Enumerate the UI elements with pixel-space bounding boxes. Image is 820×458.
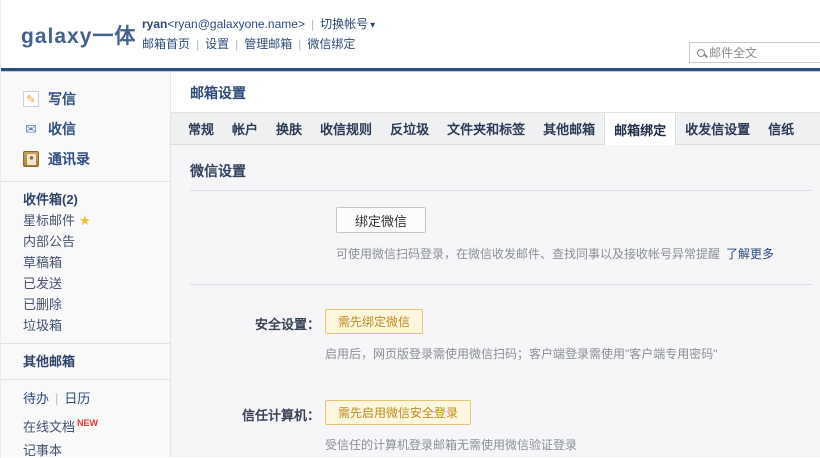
divider [1, 379, 170, 380]
sidebar-item-drafts[interactable]: 草稿箱 [1, 252, 170, 273]
sidebar-item-junk[interactable]: 垃圾箱 [1, 315, 170, 336]
tab-account[interactable]: 帐户 [223, 113, 267, 144]
chevron-down-icon[interactable]: ▾ [370, 20, 375, 31]
separator: | [196, 37, 199, 51]
folder-list: 收件箱(2) 星标邮件★ 内部公告 草稿箱 已发送 已删除 垃圾箱 [1, 189, 170, 336]
switch-account-link[interactable]: 切换帐号 [320, 17, 368, 31]
divider [190, 284, 812, 285]
nav-link-settings[interactable]: 设置 [205, 37, 229, 51]
compose-label: 写信 [48, 89, 76, 109]
webmail-settings-page: galaxy一体 ryan<ryan@galaxyone.name> | 切换帐号▾… [0, 0, 820, 458]
trusted-computer-label: 信任计算机： [190, 400, 320, 453]
trusted-computer-row: 信任计算机： 需先启用微信安全登录 受信任的计算机登录邮箱无需使用微信验证登录 [190, 400, 812, 453]
bind-wechat-button[interactable]: 绑定微信 [336, 207, 426, 233]
bind-wechat-block: 绑定微信 可使用微信扫码登录，在微信收发邮件、查找同事以及接收帐号异常提醒了解更… [336, 207, 812, 262]
security-settings-description: 启用后，网页版登录需使用微信扫码；客户端登录需使用"客户端专用密码" [325, 345, 718, 362]
user-account-line: ryan<ryan@galaxyone.name> | 切换帐号▾ [142, 15, 375, 35]
body: ✎ 写信 ✉ 收信 通讯录 收件箱(2) 星标邮件★ 内部公告 草稿箱 已发送 … [1, 72, 820, 457]
new-badge: NEW [77, 418, 98, 428]
tab-general[interactable]: 常规 [179, 113, 223, 144]
sidebar: ✎ 写信 ✉ 收信 通讯录 收件箱(2) 星标邮件★ 内部公告 草稿箱 已发送 … [1, 72, 171, 457]
security-settings-row: 安全设置： 需先绑定微信 启用后，网页版登录需使用微信扫码；客户端登录需使用"客… [190, 309, 812, 362]
nav-link-mail-home[interactable]: 邮箱首页 [142, 37, 190, 51]
bind-wechat-description: 可使用微信扫码登录，在微信收发邮件、查找同事以及接收帐号异常提醒了解更多 [336, 245, 812, 262]
separator: | [298, 37, 301, 51]
user-name: ryan [142, 17, 167, 31]
brand-logo: galaxy一体 [21, 20, 136, 50]
tab-mail-rules[interactable]: 收信规则 [311, 113, 381, 144]
tab-antispam[interactable]: 反垃圾 [381, 113, 438, 144]
receive-mail-button[interactable]: ✉ 收信 [1, 114, 170, 144]
compose-button[interactable]: ✎ 写信 [1, 84, 170, 114]
envelope-icon: ✉ [23, 121, 39, 137]
sidebar-item-notepad[interactable]: 记事本 [1, 439, 170, 458]
section-title: 微信设置 [190, 161, 812, 191]
learn-more-link[interactable]: 了解更多 [726, 247, 774, 261]
address-book-icon [23, 151, 39, 167]
search-input[interactable] [709, 46, 819, 60]
contacts-label: 通讯录 [48, 149, 90, 169]
trusted-computer-description: 受信任的计算机登录邮箱无需使用微信验证登录 [325, 436, 577, 453]
contacts-button[interactable]: 通讯录 [1, 144, 170, 174]
other-mail-list: 其他邮箱 [1, 351, 170, 372]
sidebar-item-deleted[interactable]: 已删除 [1, 294, 170, 315]
separator: | [311, 17, 314, 31]
sidebar-item-todo-calendar: 待办 | 日历 [1, 387, 170, 411]
search-icon [697, 49, 705, 57]
trusted-computer-content: 需先启用微信安全登录 受信任的计算机登录邮箱无需使用微信验证登录 [325, 400, 577, 453]
wechat-settings-panel: 微信设置 绑定微信 可使用微信扫码登录，在微信收发邮件、查找同事以及接收帐号异常… [171, 145, 820, 457]
nav-link-manage-mail[interactable]: 管理邮箱 [244, 37, 292, 51]
mail-search-box[interactable] [689, 42, 820, 63]
sidebar-item-online-docs[interactable]: 在线文档NEW [1, 411, 170, 439]
security-settings-label: 安全设置： [190, 309, 320, 362]
sidebar-item-starred[interactable]: 星标邮件★ [1, 210, 170, 231]
pencil-icon: ✎ [23, 91, 39, 107]
nav-link-wechat-bind[interactable]: 微信绑定 [307, 37, 355, 51]
tab-send-receive[interactable]: 收发信设置 [676, 113, 759, 144]
todo-link[interactable]: 待办 [23, 391, 49, 406]
tab-skin[interactable]: 换肤 [267, 113, 311, 144]
settings-tabs: 常规 帐户 换肤 收信规则 反垃圾 文件夹和标签 其他邮箱 邮箱绑定 收发信设置… [171, 112, 820, 145]
main-content: 邮箱设置 常规 帐户 换肤 收信规则 反垃圾 文件夹和标签 其他邮箱 邮箱绑定 … [171, 72, 820, 457]
star-icon: ★ [79, 213, 91, 228]
user-email: <ryan@galaxyone.name> [167, 17, 305, 31]
receive-label: 收信 [48, 119, 76, 139]
separator: | [235, 37, 238, 51]
page-title: 邮箱设置 [171, 72, 820, 112]
sidebar-item-announcements[interactable]: 内部公告 [1, 231, 170, 252]
divider [1, 343, 170, 344]
tab-stationery[interactable]: 信纸 [759, 113, 803, 144]
security-settings-content: 需先绑定微信 启用后，网页版登录需使用微信扫码；客户端登录需使用"客户端专用密码… [325, 309, 718, 362]
calendar-link[interactable]: 日历 [64, 391, 90, 406]
header-nav: 邮箱首页 | 设置 | 管理邮箱 | 微信绑定 [142, 35, 375, 54]
apps-list: 待办|日历 在线文档NEW 记事本 企业网盘 文件中转站 [1, 387, 170, 458]
tab-mailbox-binding[interactable]: 邮箱绑定 [604, 113, 676, 145]
tab-folders-labels[interactable]: 文件夹和标签 [438, 113, 534, 144]
need-enable-wechat-login-button[interactable]: 需先启用微信安全登录 [325, 400, 471, 425]
sidebar-item-sent[interactable]: 已发送 [1, 273, 170, 294]
need-bind-wechat-button[interactable]: 需先绑定微信 [325, 309, 423, 334]
sidebar-item-inbox[interactable]: 收件箱(2) [1, 189, 170, 210]
header: galaxy一体 ryan<ryan@galaxyone.name> | 切换帐号▾… [1, 0, 820, 68]
sidebar-item-other-mail[interactable]: 其他邮箱 [1, 351, 170, 372]
separator: | [55, 391, 58, 406]
divider [1, 181, 170, 182]
user-block: ryan<ryan@galaxyone.name> | 切换帐号▾ 邮箱首页 | 设置 |… [142, 15, 375, 54]
tab-other-mailboxes[interactable]: 其他邮箱 [534, 113, 604, 144]
